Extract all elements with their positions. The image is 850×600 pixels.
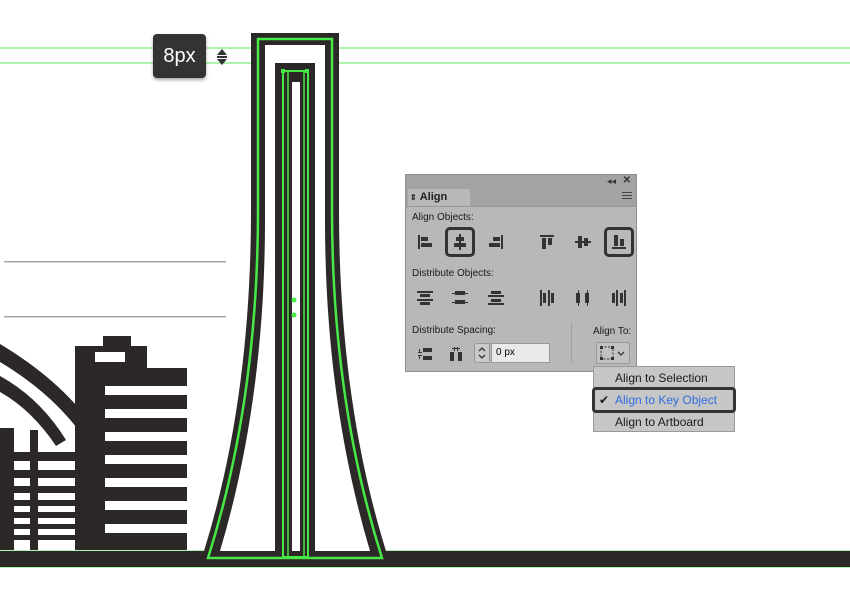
- menu-item-label: Align to Selection: [615, 371, 708, 385]
- align-bottom-icon: [612, 235, 626, 249]
- distribute-space-horizontal-icon: [450, 347, 462, 361]
- stepper-arrows-icon[interactable]: [474, 343, 490, 363]
- move-cursor-icon: [217, 49, 227, 65]
- vertical-distribute-center-button[interactable]: [447, 285, 473, 311]
- menu-item-align-to-selection[interactable]: Align to Selection: [594, 367, 734, 389]
- align-to-menu: Align to Selection ✔ Align to Key Object …: [592, 366, 736, 433]
- distribute-hcenter-icon: [576, 290, 589, 306]
- horizontal-distribute-right-button[interactable]: [606, 285, 632, 311]
- ground-bar: [0, 551, 850, 567]
- panel-vertical-separator: [571, 322, 572, 364]
- key-object-icon: [600, 346, 625, 360]
- align-to-label: Align To:: [593, 326, 632, 337]
- menu-item-align-to-artboard[interactable]: Align to Artboard: [594, 411, 734, 433]
- align-objects-label: Align Objects:: [412, 212, 474, 223]
- menu-item-label: Align to Artboard: [615, 415, 704, 429]
- panel-separator: [4, 261, 226, 263]
- distribute-spacing-label: Distribute Spacing:: [412, 325, 496, 336]
- tower-building: [204, 33, 386, 560]
- distribute-left-icon: [540, 290, 554, 306]
- distribute-vcenter-icon: [452, 291, 468, 304]
- measurement-tooltip: 8px: [153, 34, 206, 78]
- distribute-bottom-icon: [488, 291, 504, 305]
- tab-align-label: Align: [419, 191, 448, 203]
- menu-highlight-outline: [592, 387, 736, 413]
- align-right-icon: [489, 235, 503, 249]
- collapse-icon[interactable]: ◂◂: [607, 176, 616, 187]
- vertical-align-center-button[interactable]: [570, 229, 596, 255]
- tab-expand-icon[interactable]: ⇕: [410, 193, 417, 202]
- vertical-distribute-top-button[interactable]: [412, 285, 438, 311]
- panel-header[interactable]: ◂◂ ✕: [406, 175, 636, 188]
- spacing-input[interactable]: 0 px: [491, 343, 550, 363]
- distribute-space-vertical-icon: [418, 348, 432, 360]
- horizontal-align-center-button[interactable]: [445, 227, 475, 257]
- tab-align[interactable]: ⇕ Align: [408, 189, 470, 206]
- align-top-icon: [540, 235, 554, 249]
- horizontal-align-left-button[interactable]: [412, 229, 438, 255]
- distribute-objects-label: Distribute Objects:: [412, 268, 494, 279]
- panel-separator: [4, 316, 226, 318]
- vertical-align-top-button[interactable]: [534, 229, 560, 255]
- distribute-top-icon: [417, 291, 433, 305]
- vertical-align-bottom-button[interactable]: [604, 227, 634, 257]
- vertical-distribute-bottom-button[interactable]: [483, 285, 509, 311]
- close-icon[interactable]: ✕: [623, 175, 631, 186]
- align-vcenter-icon: [575, 236, 591, 248]
- align-hcenter-icon: [454, 234, 466, 250]
- horizontal-distribute-left-button[interactable]: [534, 285, 560, 311]
- distribute-right-icon: [612, 290, 626, 306]
- horizontal-align-right-button[interactable]: [483, 229, 509, 255]
- horizontal-distribute-space-button[interactable]: [443, 341, 469, 367]
- vertical-distribute-space-button[interactable]: [412, 341, 438, 367]
- panel-menu-icon[interactable]: [622, 192, 632, 201]
- horizontal-distribute-center-button[interactable]: [570, 285, 596, 311]
- panel-tab-row: ⇕ Align: [406, 188, 636, 207]
- align-left-icon: [418, 235, 432, 249]
- align-to-dropdown-button[interactable]: [596, 342, 630, 364]
- spacing-stepper[interactable]: 0 px: [474, 343, 550, 363]
